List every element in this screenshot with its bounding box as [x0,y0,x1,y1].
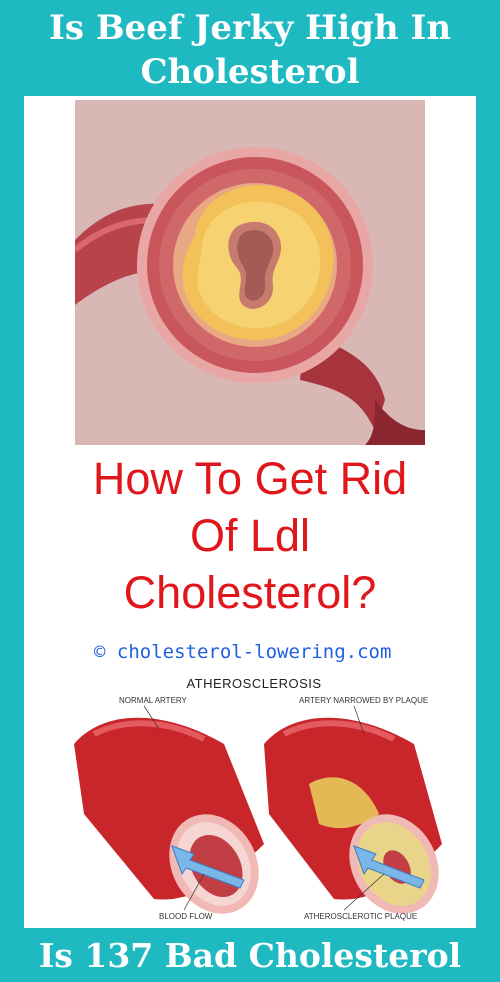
label-plaque: ATHEROSCLEROTIC PLAQUE [304,912,418,921]
label-blood-flow: BLOOD FLOW [159,912,213,921]
label-narrowed-artery: ARTERY NARROWED BY PLAQUE [299,696,429,705]
artery-illustration [75,147,425,445]
artery-comparison-illustration [74,705,442,914]
headline-line-1: How To Get Rid [92,453,408,504]
footer-title: Is 137 Bad Cholesterol [38,936,462,975]
atherosclerosis-diagram: ATHEROSCLEROSIS NORMAL ARTERY ARTERY NAR… [64,674,444,924]
artery-cross-section-image [75,100,425,445]
page-title: Is Beef Jerky High In Cholesterol [0,6,500,94]
source-credit: © cholesterol-lowering.com [94,641,392,663]
title-line-2: Cholesterol [140,52,360,92]
label-normal-artery: NORMAL ARTERY [119,696,187,705]
headline: How To Get Rid Of Ldl Cholesterol? [24,450,476,621]
title-line-1: Is Beef Jerky High In [48,8,452,48]
headline-line-3: Cholesterol? [123,567,377,618]
headline-line-2: Of Ldl [189,510,311,561]
pin-card[interactable]: How To Get Rid Of Ldl Cholesterol? © cho… [24,96,476,928]
